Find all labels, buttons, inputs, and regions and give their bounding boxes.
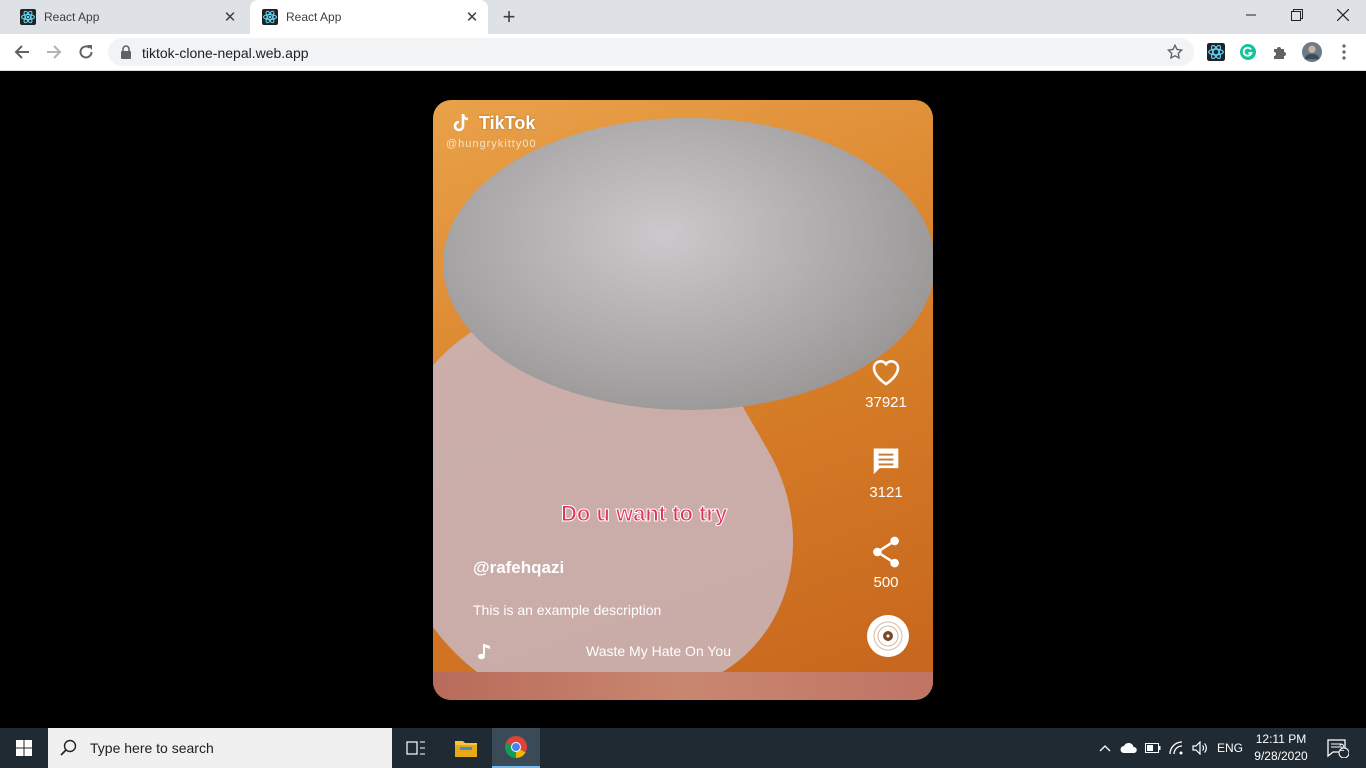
page-content: TikTok @hungrykitty00 Do u want to try @… — [0, 71, 1366, 728]
video-description: This is an example description — [473, 602, 662, 618]
record-disc-icon — [873, 621, 903, 651]
tab-title: React App — [286, 10, 342, 24]
like-button[interactable]: 37921 — [861, 356, 911, 411]
grammarly-extension[interactable] — [1238, 42, 1258, 62]
chrome-taskbar-button[interactable] — [492, 728, 540, 768]
task-view-button[interactable] — [392, 728, 440, 768]
tab-title: React App — [44, 10, 100, 24]
video-player[interactable]: TikTok @hungrykitty00 Do u want to try @… — [433, 100, 933, 700]
comment-count: 3121 — [869, 484, 903, 501]
onedrive-tray-icon[interactable] — [1118, 728, 1140, 768]
extensions-button[interactable] — [1270, 42, 1290, 62]
comment-icon — [873, 448, 899, 475]
browser-toolbar: tiktok-clone-nepal.web.app — [0, 34, 1366, 71]
chrome-menu-button[interactable] — [1334, 42, 1354, 62]
restore-button[interactable] — [1274, 0, 1320, 30]
action-center-button[interactable]: 2 — [1318, 728, 1358, 768]
address-bar[interactable]: tiktok-clone-nepal.web.app — [108, 38, 1194, 66]
kebab-menu-icon — [1342, 44, 1346, 60]
minimize-button[interactable] — [1228, 0, 1274, 30]
wifi-icon — [1169, 741, 1183, 755]
tab-react-app-1[interactable]: React App ✕ — [8, 0, 246, 34]
taskbar-search-box[interactable]: Type here to search — [48, 728, 392, 768]
clock-time: 12:11 PM — [1255, 732, 1307, 746]
new-tab-button[interactable]: + — [496, 4, 522, 29]
music-disc-button[interactable] — [867, 615, 909, 657]
battery-tray-icon[interactable] — [1142, 728, 1164, 768]
song-title: Waste My Hate On You — [586, 643, 731, 659]
start-button[interactable] — [0, 728, 48, 768]
url-text: tiktok-clone-nepal.web.app — [142, 45, 309, 61]
avatar-icon — [1302, 42, 1322, 62]
forward-button[interactable] — [40, 38, 68, 66]
video-frame-bottom — [433, 672, 933, 700]
clock-date: 9/28/2020 — [1254, 749, 1308, 763]
video-frame-object — [443, 118, 933, 410]
task-view-icon — [406, 741, 425, 755]
video-caption-overlay: Do u want to try — [560, 501, 728, 527]
react-icon — [1207, 43, 1225, 61]
chrome-icon — [505, 736, 527, 758]
react-devtools-extension[interactable] — [1206, 42, 1226, 62]
share-count: 500 — [873, 574, 899, 591]
lock-icon — [121, 45, 131, 59]
search-placeholder: Type here to search — [90, 740, 214, 756]
bookmark-star-icon[interactable] — [1166, 43, 1184, 61]
show-hidden-icons-button[interactable] — [1094, 728, 1116, 768]
puzzle-icon — [1274, 47, 1286, 59]
video-username[interactable]: @rafehqazi — [473, 558, 564, 578]
tab-react-app-2[interactable]: React App ✕ — [250, 0, 488, 34]
tiktok-note-icon — [453, 113, 469, 132]
notification-icon — [1327, 739, 1349, 758]
back-button[interactable] — [8, 38, 36, 66]
close-icon — [1337, 9, 1349, 21]
back-arrow-icon — [14, 45, 29, 59]
close-window-button[interactable] — [1320, 0, 1366, 30]
share-button[interactable]: 500 — [861, 536, 911, 591]
tiktok-watermark-handle: @hungrykitty00 — [446, 138, 537, 150]
tiktok-watermark-text: TikTok — [479, 112, 536, 133]
reload-icon — [79, 45, 93, 59]
folder-icon — [455, 741, 477, 757]
wifi-tray-icon[interactable] — [1166, 728, 1188, 768]
minimize-icon — [1246, 14, 1256, 16]
tab-strip: React App ✕ React App ✕ + — [0, 0, 1366, 34]
share-icon — [873, 536, 899, 568]
search-icon — [60, 739, 77, 756]
windows-logo-icon — [16, 740, 32, 756]
cloud-icon — [1120, 742, 1137, 753]
restore-icon — [1291, 9, 1303, 21]
music-note-icon — [478, 644, 490, 660]
file-explorer-button[interactable] — [442, 728, 490, 768]
like-count: 37921 — [865, 394, 907, 411]
language-indicator[interactable]: ENG — [1214, 728, 1246, 768]
grammarly-icon — [1240, 44, 1256, 60]
chevron-up-icon — [1099, 745, 1111, 752]
speaker-icon — [1192, 741, 1207, 755]
forward-arrow-icon — [47, 45, 62, 59]
heart-icon — [872, 360, 900, 386]
reload-button[interactable] — [72, 38, 100, 66]
windows-taskbar: Type here to search ENG 12:11 PM 9/28/20… — [0, 728, 1366, 768]
battery-icon — [1145, 743, 1161, 753]
system-clock[interactable]: 12:11 PM 9/28/2020 — [1248, 731, 1314, 765]
react-favicon-icon — [20, 9, 36, 25]
tab-close-icon[interactable]: ✕ — [460, 5, 484, 29]
tiktok-watermark: TikTok — [451, 112, 535, 134]
profile-avatar[interactable] — [1302, 42, 1322, 62]
volume-tray-icon[interactable] — [1189, 728, 1211, 768]
tab-close-icon[interactable]: ✕ — [218, 5, 242, 29]
notification-count: 2 — [1339, 743, 1345, 754]
comment-button[interactable]: 3121 — [861, 446, 911, 501]
react-favicon-icon — [262, 9, 278, 25]
